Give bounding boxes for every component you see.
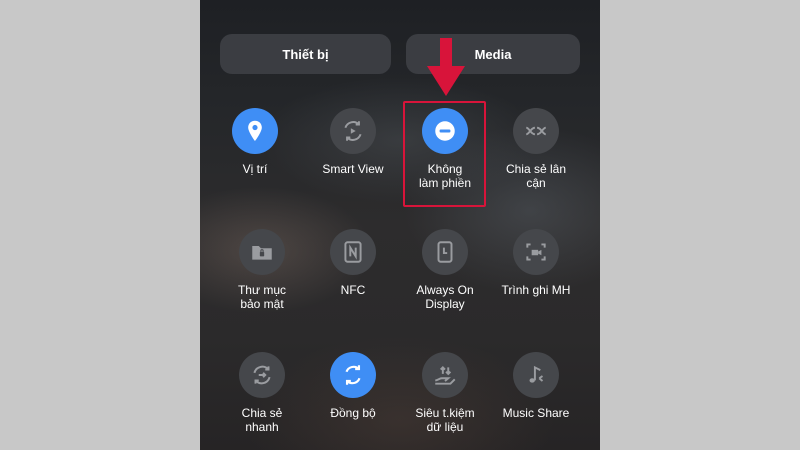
- screen-recorder-icon: [513, 229, 559, 275]
- devices-button[interactable]: Thiết bị: [220, 34, 391, 74]
- tile-label: Chia sẻ nhanh: [241, 406, 283, 434]
- tile-label: Music Share: [502, 406, 570, 420]
- tile-label: Siêu t.kiệm dữ liệu: [415, 406, 475, 434]
- tile-secure-folder[interactable]: Thư mục bảo mật: [217, 229, 307, 311]
- tile-label: Always On Display: [416, 283, 474, 311]
- tile-label: NFC: [340, 283, 366, 297]
- tile-nfc[interactable]: NFC: [308, 229, 398, 297]
- tile-sync[interactable]: Đồng bộ: [308, 352, 398, 420]
- highlight-box: [403, 101, 486, 207]
- tile-data-saver[interactable]: Siêu t.kiệm dữ liệu: [400, 352, 490, 434]
- nfc-icon: [330, 229, 376, 275]
- tile-label: Đồng bộ: [330, 406, 376, 420]
- location-icon: [232, 108, 278, 154]
- tile-label: Thư mục bảo mật: [237, 283, 287, 311]
- nearby-share-icon: [513, 108, 559, 154]
- smart-view-icon: [330, 108, 376, 154]
- right-margin: [600, 0, 800, 450]
- tile-location[interactable]: Vị trí: [210, 108, 300, 176]
- left-margin: [0, 0, 200, 450]
- sync-icon: [330, 352, 376, 398]
- always-on-display-icon: [422, 229, 468, 275]
- tile-music-share[interactable]: Music Share: [491, 352, 581, 420]
- tile-smart-view[interactable]: Smart View: [308, 108, 398, 176]
- quick-share-icon: [239, 352, 285, 398]
- data-saver-icon: [422, 352, 468, 398]
- tile-label: Vị trí: [242, 162, 268, 176]
- secure-folder-icon: [239, 229, 285, 275]
- music-share-icon: [513, 352, 559, 398]
- tile-always-on-display[interactable]: Always On Display: [400, 229, 490, 311]
- tile-nearby-share[interactable]: Chia sẻ lân cận: [491, 108, 581, 190]
- tile-label: Smart View: [322, 162, 384, 176]
- tile-screen-recorder[interactable]: Trình ghi MH: [491, 229, 581, 297]
- tile-label: Trình ghi MH: [501, 283, 571, 297]
- tile-quick-share[interactable]: Chia sẻ nhanh: [217, 352, 307, 434]
- quick-panel: Thiết bị Media Vị trí Smart View Không l…: [200, 0, 600, 450]
- tile-label: Chia sẻ lân cận: [505, 162, 567, 190]
- arrow-down-icon: [427, 38, 465, 96]
